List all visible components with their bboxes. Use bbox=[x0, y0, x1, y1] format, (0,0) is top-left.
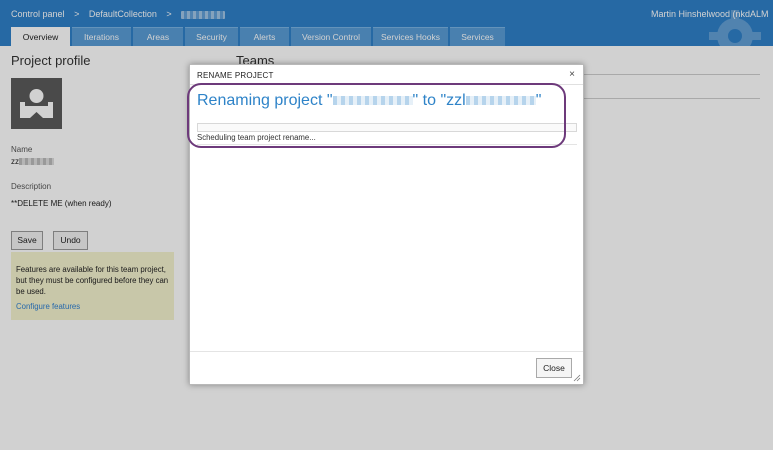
resize-grip-icon[interactable] bbox=[573, 374, 581, 382]
highlight-annotation bbox=[187, 83, 566, 148]
close-icon[interactable]: × bbox=[569, 69, 575, 80]
dialog-title: RENAME PROJECT bbox=[197, 71, 274, 80]
close-button[interactable]: Close bbox=[536, 358, 572, 378]
footer-divider bbox=[190, 351, 583, 352]
